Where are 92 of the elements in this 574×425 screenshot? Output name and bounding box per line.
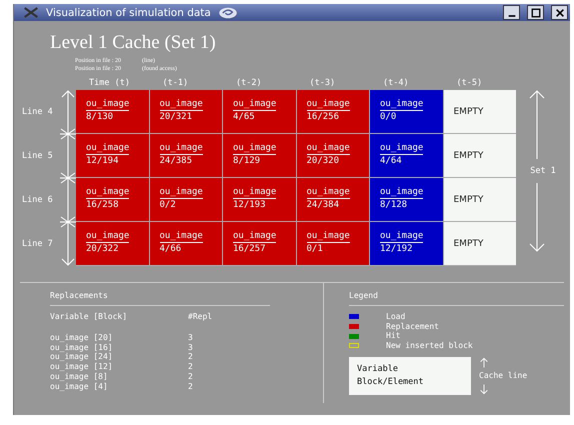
replacements-title: Replacements <box>50 291 270 306</box>
variable-name: ou_image [12] <box>50 362 114 372</box>
variable-name: ou_image <box>233 186 276 199</box>
line-label: Line 4 <box>21 106 54 119</box>
variable-name: ou_image [24] <box>50 352 114 362</box>
block-number: 8/129 <box>233 155 262 167</box>
swirl-icon <box>216 6 239 20</box>
legend-title: Legend <box>349 291 564 306</box>
variable-name: ou_image <box>306 230 350 243</box>
variable-name: ou_image <box>160 98 203 111</box>
block-number: 0/1 <box>306 243 324 255</box>
variable-name: ou_image <box>160 142 203 155</box>
empty-label: EMPTY <box>454 106 484 118</box>
legend-label: Replacement <box>386 322 439 332</box>
variable-name: ou_image <box>380 98 424 111</box>
variable-name: ou_image <box>86 186 130 199</box>
cache-line-label: Cache line <box>479 370 528 381</box>
block-number: 0/0 <box>380 111 398 123</box>
line-label: Line 6 <box>21 194 54 207</box>
variable-name: ou_image <box>86 98 130 111</box>
block-number: 20/321 <box>160 111 194 123</box>
variable-name: ou_image [20] <box>50 333 114 343</box>
column-header: (t-4) <box>382 78 410 89</box>
up-arrow-icon <box>527 90 547 160</box>
block-number: 16/257 <box>233 243 267 255</box>
column-header: (t-2) <box>235 78 263 89</box>
empty-label: EMPTY <box>454 238 484 250</box>
window-title: Visualization of simulation data <box>46 6 211 18</box>
set-label: Set 1 <box>529 166 556 176</box>
replacement-count: 2 <box>188 352 193 362</box>
up-arrow-icon <box>479 356 489 368</box>
empty-label: EMPTY <box>454 150 484 162</box>
variable-name: ou_image <box>380 186 424 199</box>
block-number: 4/66 <box>160 243 182 255</box>
column-header: Time (t) <box>88 78 131 89</box>
maximize-button[interactable] <box>527 5 544 20</box>
close-button[interactable] <box>551 5 568 20</box>
variable-name: ou_image <box>86 230 130 243</box>
minimize-button[interactable] <box>503 5 520 20</box>
block-number: 24/384 <box>306 199 340 211</box>
block-number: 8/128 <box>380 199 408 211</box>
block-number: 0/2 <box>160 199 177 211</box>
variable-name: ou_image <box>160 230 203 243</box>
variable-name: ou_image [16] <box>50 342 114 352</box>
variable-name: ou_image <box>380 230 424 243</box>
replacement-count: 3 <box>188 333 193 343</box>
variable-name: ou_image [8] <box>50 372 109 382</box>
block-number: 20/320 <box>306 155 340 167</box>
block-number: 24/385 <box>160 155 194 167</box>
key-variable-label: Variable <box>357 362 399 376</box>
key-block-label: Block/Element <box>357 376 425 389</box>
down-arrow-icon <box>527 182 547 252</box>
empty-label: EMPTY <box>454 194 484 206</box>
line-label: Line 5 <box>21 150 54 163</box>
replacement-count: 2 <box>188 362 193 372</box>
x-logo-icon <box>22 7 40 18</box>
block-number: 4/64 <box>380 155 403 167</box>
block-number: 12/194 <box>86 155 120 167</box>
block-number: 16/258 <box>86 199 120 211</box>
variable-name: ou_image <box>233 98 276 111</box>
variable-name: ou_image <box>306 98 350 111</box>
legend-label: Hit <box>386 331 400 342</box>
close-icon <box>554 8 564 18</box>
column-header: (t-1) <box>162 78 190 89</box>
legend-label: New inserted block <box>386 340 473 351</box>
variable-name: ou_image [4] <box>50 382 109 392</box>
column-header: Variable [Block] <box>50 312 128 322</box>
block-number: 4/65 <box>233 111 256 123</box>
minimize-icon <box>506 15 516 17</box>
block-number: 20/322 <box>86 243 120 255</box>
variable-name: ou_image <box>233 142 276 155</box>
replacement-count: 2 <box>188 382 193 392</box>
block-number: 16/256 <box>306 111 340 123</box>
variable-name: ou_image <box>380 142 424 155</box>
column-header: #Repl <box>188 312 212 322</box>
variable-name: ou_image <box>233 230 276 243</box>
variable-name: ou_image <box>306 186 350 199</box>
block-number: 8/130 <box>86 111 114 123</box>
variable-name: ou_image <box>306 142 350 155</box>
block-number: 12/193 <box>233 199 267 211</box>
column-header: (t-5) <box>456 78 484 89</box>
variable-name: ou_image <box>86 142 130 155</box>
line-label: Line 7 <box>21 238 54 251</box>
variable-name: ou_image <box>160 186 203 199</box>
cache-heading: Level 1 Cache (Set 1) <box>50 31 217 55</box>
column-header: (t-3) <box>308 78 336 89</box>
down-arrow-icon <box>479 384 489 395</box>
maximize-icon <box>530 8 540 18</box>
replacement-count: 3 <box>188 342 193 352</box>
replacement-count: 2 <box>188 372 193 382</box>
legend-label: Load <box>386 312 406 322</box>
block-number: 12/192 <box>380 243 414 255</box>
